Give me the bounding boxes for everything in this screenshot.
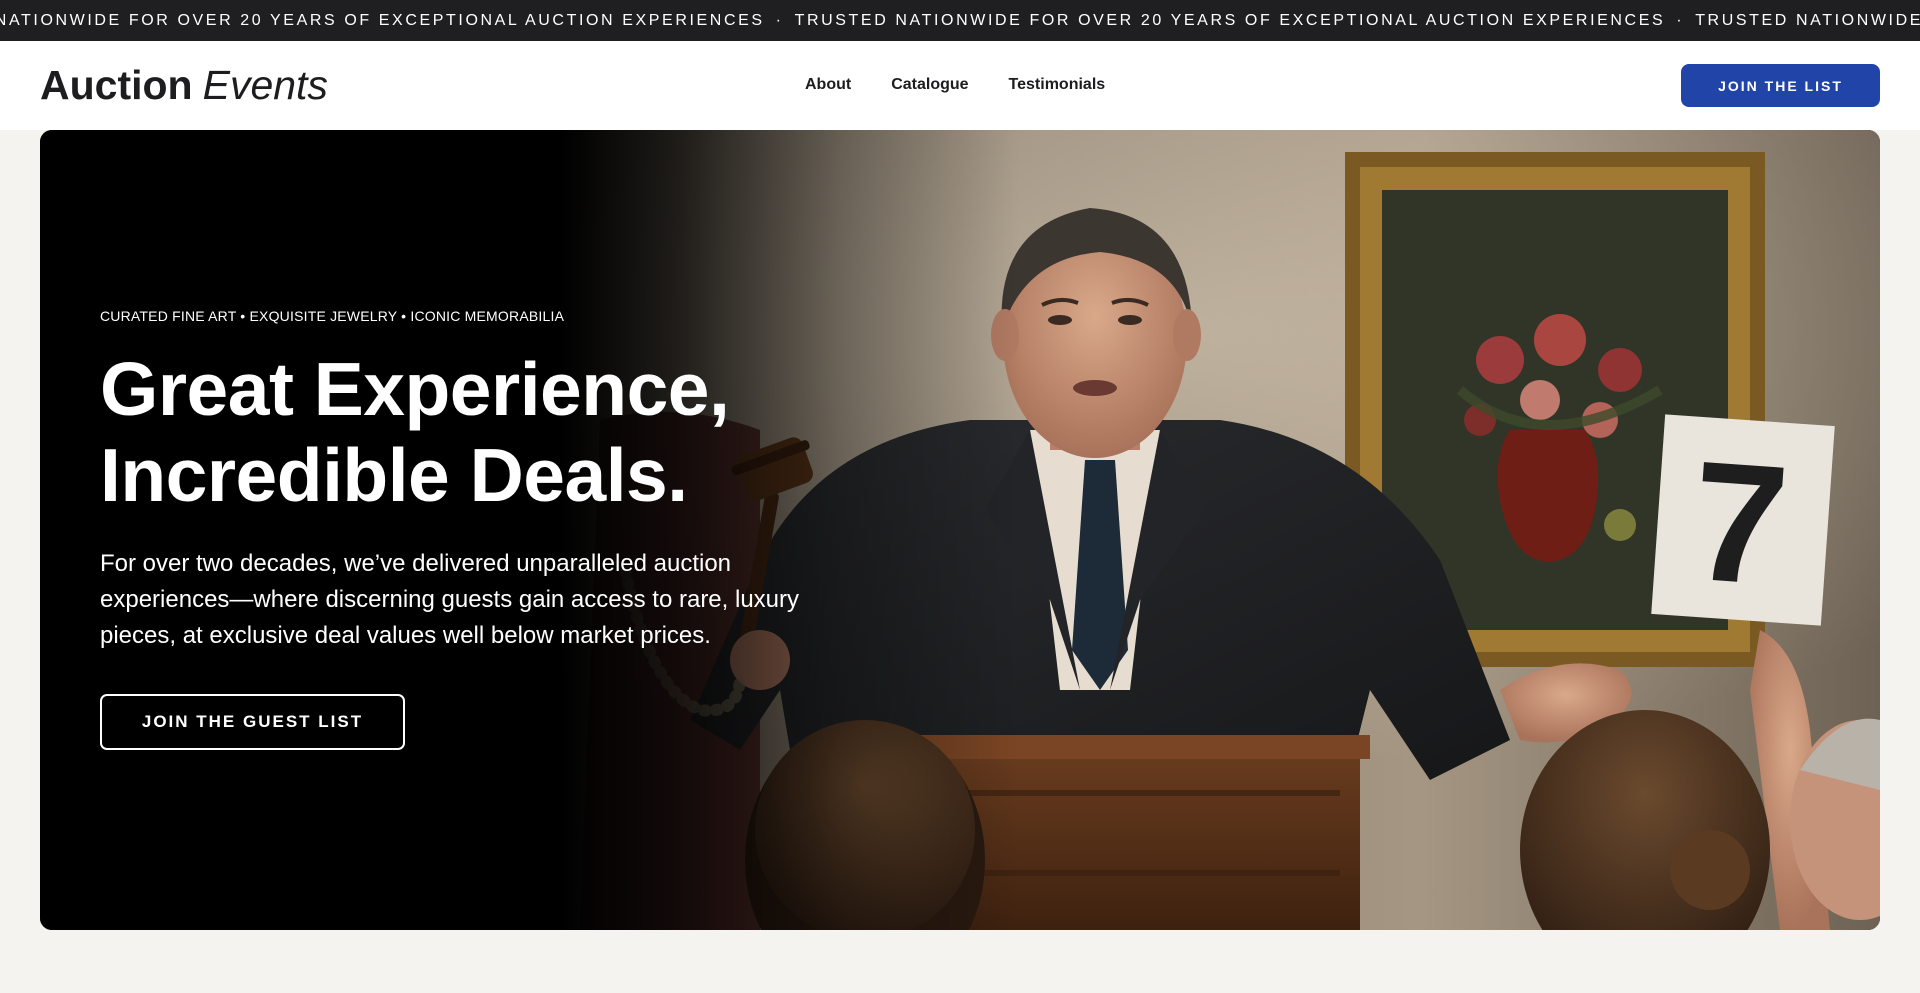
main-nav: About Catalogue Testimonials xyxy=(805,71,1105,99)
ticker-track: TRUSTED NATIONWIDE FOR OVER 20 YEARS OF … xyxy=(0,0,1920,41)
ticker-text: TRUSTED NATIONWIDE FOR OVER 20 YEARS OF … xyxy=(1695,11,1920,29)
nav-link-catalogue[interactable]: Catalogue xyxy=(891,71,968,99)
logo-primary-text: Auction xyxy=(40,62,193,108)
logo-secondary-text: Events xyxy=(202,62,328,108)
hero-section: 7 CURATED FINE ART • EXQUISITE JEWELRY •… xyxy=(40,130,1880,930)
join-the-list-button[interactable]: JOIN THE LIST xyxy=(1681,64,1880,107)
announcement-ticker: TRUSTED NATIONWIDE FOR OVER 20 YEARS OF … xyxy=(0,0,1920,41)
hero-headline-line-1: Great Experience, xyxy=(100,347,730,431)
hero-description: For over two decades, we’ve delivered un… xyxy=(100,550,800,649)
hero-headline: Great Experience, Incredible Deals. xyxy=(100,346,860,518)
join-guest-list-button[interactable]: JOIN THE GUEST LIST xyxy=(100,694,405,750)
nav-link-about[interactable]: About xyxy=(805,71,851,99)
ticker-separator: · xyxy=(1676,11,1685,29)
ticker-text: TRUSTED NATIONWIDE FOR OVER 20 YEARS OF … xyxy=(0,11,765,29)
nav-link-testimonials[interactable]: Testimonials xyxy=(1009,71,1106,99)
ticker-text: TRUSTED NATIONWIDE FOR OVER 20 YEARS OF … xyxy=(794,11,1666,29)
hero-eyebrow: CURATED FINE ART • EXQUISITE JEWELRY • I… xyxy=(100,308,565,324)
hero-headline-line-2: Incredible Deals. xyxy=(100,433,688,517)
site-logo[interactable]: Auction Events xyxy=(40,61,328,109)
site-header: Auction Events About Catalogue Testimonia… xyxy=(0,41,1920,130)
ticker-separator: · xyxy=(775,11,784,29)
hero-content: CURATED FINE ART • EXQUISITE JEWELRY • I… xyxy=(100,306,860,750)
